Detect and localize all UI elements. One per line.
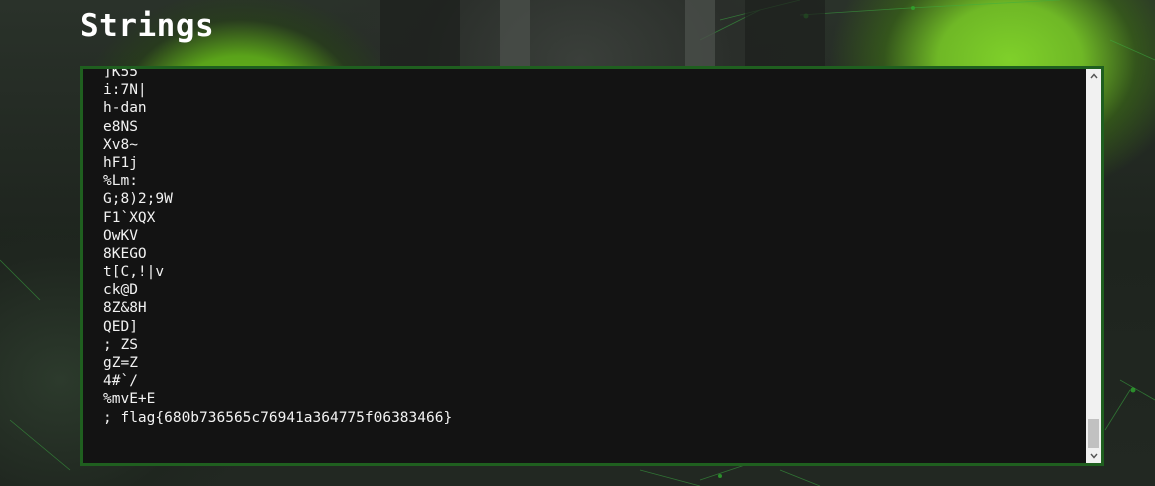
string-line: 8KEGO [103,245,147,262]
string-line: e8NS [103,118,138,135]
chevron-down-icon [1089,453,1098,459]
scroll-up-button[interactable] [1086,69,1101,83]
string-line: ]K55 [103,66,138,80]
string-line: ; flag{680b736565c76941a364775f06383466} [103,409,453,426]
string-line: h-dan [103,100,147,117]
vertical-scrollbar[interactable] [1086,69,1101,463]
string-line: %mvE+E [103,391,156,408]
string-line: Xv8~ [103,136,138,153]
string-line: OwKV [103,227,138,244]
string-line: hF1j [103,154,138,171]
string-line: 4#`/ [103,373,138,390]
string-line: ; ZS [103,336,138,353]
scrollbar-thumb[interactable] [1088,419,1099,448]
string-line: t[C,!|v [103,264,165,281]
string-line: F1`XQX [103,209,156,226]
page-title: Strings [80,8,215,44]
string-line: 8Z&8H [103,300,147,317]
string-line: i:7N| [103,82,147,99]
string-line: gZ=Z [103,355,138,371]
string-line: G;8)2;9W [103,191,173,208]
scroll-down-button[interactable] [1086,449,1101,463]
strings-output-text: ]K55 i:7N| h-dan e8NS Xv8~ hF1j %Lm: G;8)2;9W F1… [103,66,453,427]
string-line: ck@D [103,282,138,299]
string-line: QED] [103,318,138,335]
string-line: %Lm: [103,173,138,190]
chevron-up-icon [1089,73,1098,79]
strings-output-panel[interactable]: ]K55 i:7N| h-dan e8NS Xv8~ hF1j %Lm: G;8)2;9W F1… [80,66,1104,466]
